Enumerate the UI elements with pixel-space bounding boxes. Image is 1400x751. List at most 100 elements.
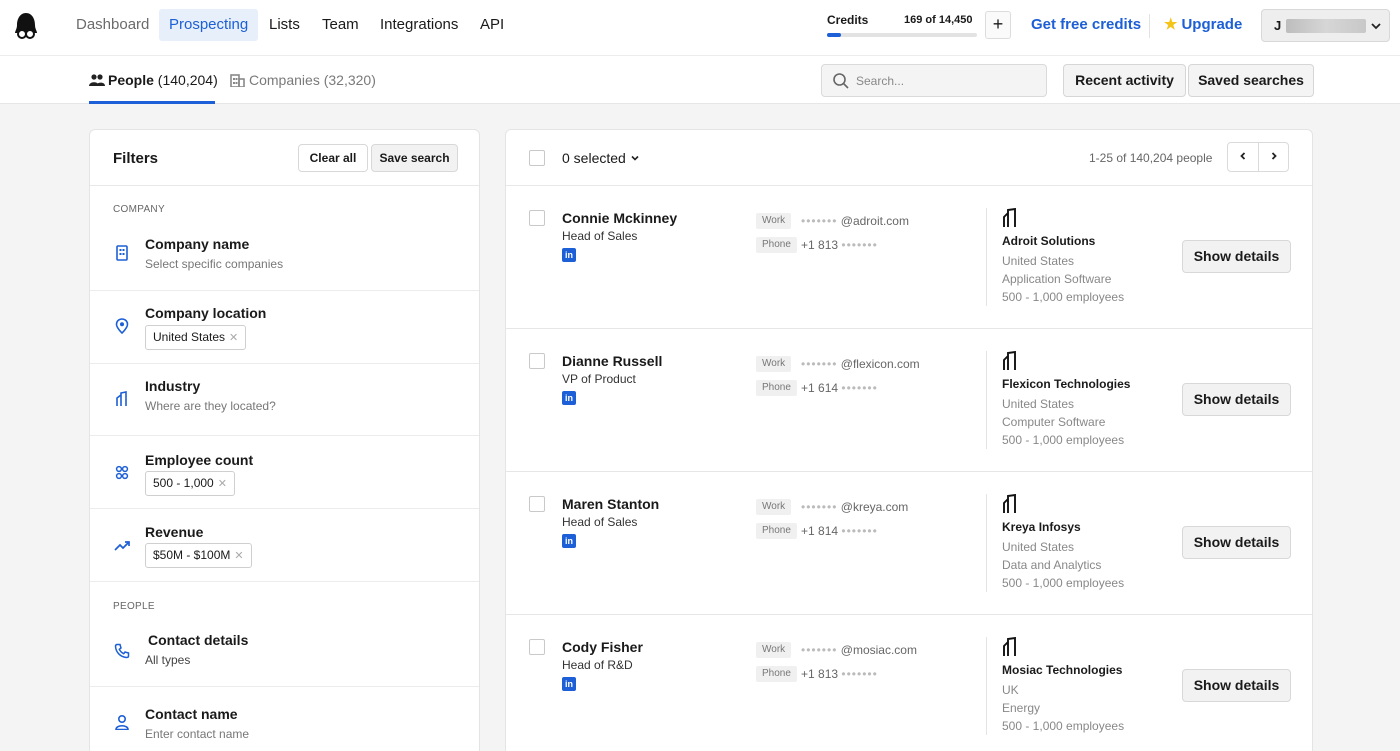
- nav-api[interactable]: API: [470, 9, 514, 41]
- saved-searches-button[interactable]: Saved searches: [1188, 64, 1314, 97]
- tab-companies[interactable]: Companies (32,320): [230, 72, 376, 88]
- close-icon[interactable]: ✕: [218, 478, 227, 490]
- filter-title: Company name: [145, 236, 250, 252]
- person-name[interactable]: Dianne Russell: [562, 353, 662, 369]
- user-initial: J: [1274, 18, 1282, 33]
- company-size: 500 - 1,000 employees: [1002, 576, 1125, 590]
- upgrade-link[interactable]: ★ Upgrade: [1164, 15, 1242, 33]
- nav-dashboard[interactable]: Dashboard: [66, 9, 159, 41]
- search-box[interactable]: [821, 64, 1047, 97]
- filter-subtitle: Enter contact name: [145, 727, 250, 741]
- phone-number: +1 814 •••••••: [801, 524, 878, 538]
- logo-icon[interactable]: [14, 12, 38, 40]
- industry-icon: [1003, 494, 1016, 513]
- phone-prefix: +1 614: [801, 381, 839, 395]
- filter-industry[interactable]: Industry Where are they located?: [90, 364, 479, 436]
- company-name[interactable]: Flexicon Technologies: [1002, 377, 1130, 391]
- row-checkbox[interactable]: [529, 639, 545, 655]
- show-details-button[interactable]: Show details: [1182, 526, 1291, 559]
- select-all-checkbox[interactable]: [529, 150, 545, 166]
- table-row: Dianne Russell VP of Product in Work •••…: [506, 329, 1312, 472]
- filter-title: Revenue: [145, 524, 204, 540]
- nav-team[interactable]: Team: [312, 9, 369, 41]
- company-name[interactable]: Kreya Infosys: [1002, 520, 1081, 534]
- work-label: Work: [756, 642, 792, 658]
- masked-value: •••••••: [841, 524, 878, 538]
- pagination: [1227, 142, 1289, 172]
- filter-subtitle: Where are they located?: [145, 399, 276, 413]
- filter-chip[interactable]: 500 - 1,000 ✕: [145, 471, 235, 496]
- email-domain: @kreya.com: [840, 500, 909, 514]
- filter-company-name[interactable]: Company name Select specific companies: [90, 224, 479, 291]
- add-credits-button[interactable]: +: [985, 11, 1011, 39]
- company-size: 500 - 1,000 employees: [1002, 433, 1125, 447]
- selected-count-dropdown[interactable]: 0 selected: [562, 150, 640, 166]
- email-domain: @mosiac.com: [840, 643, 917, 657]
- credits-label: Credits: [827, 13, 869, 27]
- email-domain: @flexicon.com: [840, 357, 920, 371]
- filter-subtitle: All types: [145, 653, 191, 667]
- filter-employee-count[interactable]: Employee count 500 - 1,000 ✕: [90, 436, 479, 509]
- row-checkbox[interactable]: [529, 496, 545, 512]
- phone-prefix: +1 814: [801, 524, 839, 538]
- chevron-left-icon: [1240, 152, 1246, 160]
- person-name[interactable]: Maren Stanton: [562, 496, 659, 512]
- user-name-redacted: [1286, 19, 1366, 33]
- industry-icon: [1003, 637, 1016, 656]
- show-details-button[interactable]: Show details: [1182, 669, 1291, 702]
- nav-integrations[interactable]: Integrations: [370, 9, 468, 41]
- person-title: Head of Sales: [562, 229, 638, 243]
- chip-label: 500 - 1,000: [153, 476, 214, 490]
- company-name[interactable]: Mosiac Technologies: [1002, 663, 1122, 677]
- table-row: Maren Stanton Head of Sales in Work ••••…: [506, 472, 1312, 615]
- email-domain: @adroit.com: [840, 214, 909, 228]
- location-pin-icon: [115, 318, 129, 334]
- linkedin-icon[interactable]: in: [562, 248, 576, 262]
- close-icon[interactable]: ✕: [234, 550, 243, 562]
- show-details-button[interactable]: Show details: [1182, 383, 1291, 416]
- filter-contact-name[interactable]: Contact name Enter contact name: [90, 687, 479, 751]
- star-icon: ★: [1164, 16, 1178, 33]
- filter-contact-details[interactable]: Contact details All types: [90, 620, 479, 687]
- masked-value: •••••••: [801, 357, 838, 371]
- nav-lists[interactable]: Lists: [259, 9, 310, 41]
- save-search-button[interactable]: Save search: [371, 144, 458, 172]
- linkedin-icon[interactable]: in: [562, 677, 576, 691]
- building-icon: [230, 74, 245, 88]
- work-email: ••••••• @mosiac.com: [801, 643, 917, 657]
- tab-people[interactable]: People (140,204): [89, 72, 218, 88]
- company-industry: Energy: [1002, 701, 1041, 715]
- divider: [986, 637, 987, 735]
- row-checkbox[interactable]: [529, 353, 545, 369]
- employees-icon: [115, 465, 129, 480]
- linkedin-icon[interactable]: in: [562, 534, 576, 548]
- work-email: ••••••• @flexicon.com: [801, 357, 920, 371]
- filter-chip[interactable]: $50M - $100M ✕: [145, 543, 252, 568]
- recent-activity-button[interactable]: Recent activity: [1063, 64, 1186, 97]
- company-country: United States: [1002, 397, 1075, 411]
- divider: [986, 208, 987, 306]
- top-navigation: Dashboard Prospecting Lists Team Integra…: [0, 0, 1400, 56]
- prev-page-button[interactable]: [1228, 143, 1258, 171]
- filter-subtitle: Select specific companies: [145, 257, 284, 271]
- filter-company-location[interactable]: Company location United States ✕: [90, 291, 479, 364]
- user-menu-button[interactable]: J: [1261, 9, 1390, 42]
- next-page-button[interactable]: [1259, 143, 1289, 171]
- person-name[interactable]: Cody Fisher: [562, 639, 643, 655]
- filter-chip[interactable]: United States ✕: [145, 325, 247, 350]
- person-name[interactable]: Connie Mckinney: [562, 210, 677, 226]
- search-input[interactable]: [856, 71, 1036, 91]
- filter-revenue[interactable]: Revenue $50M - $100M ✕: [90, 509, 479, 582]
- nav-prospecting[interactable]: Prospecting: [159, 9, 259, 41]
- filter-title: Contact name: [145, 706, 238, 722]
- company-name[interactable]: Adroit Solutions: [1002, 234, 1095, 248]
- section-label-company: COMPANY: [113, 204, 165, 215]
- industry-icon: [116, 391, 127, 406]
- show-details-button[interactable]: Show details: [1182, 240, 1291, 273]
- linkedin-icon[interactable]: in: [562, 391, 576, 405]
- clear-all-button[interactable]: Clear all: [298, 144, 368, 172]
- row-checkbox[interactable]: [529, 210, 545, 226]
- close-icon[interactable]: ✕: [229, 332, 238, 344]
- get-free-credits-link[interactable]: Get free credits: [1031, 16, 1141, 33]
- results-header: 0 selected 1-25 of 140,204 people: [506, 130, 1312, 186]
